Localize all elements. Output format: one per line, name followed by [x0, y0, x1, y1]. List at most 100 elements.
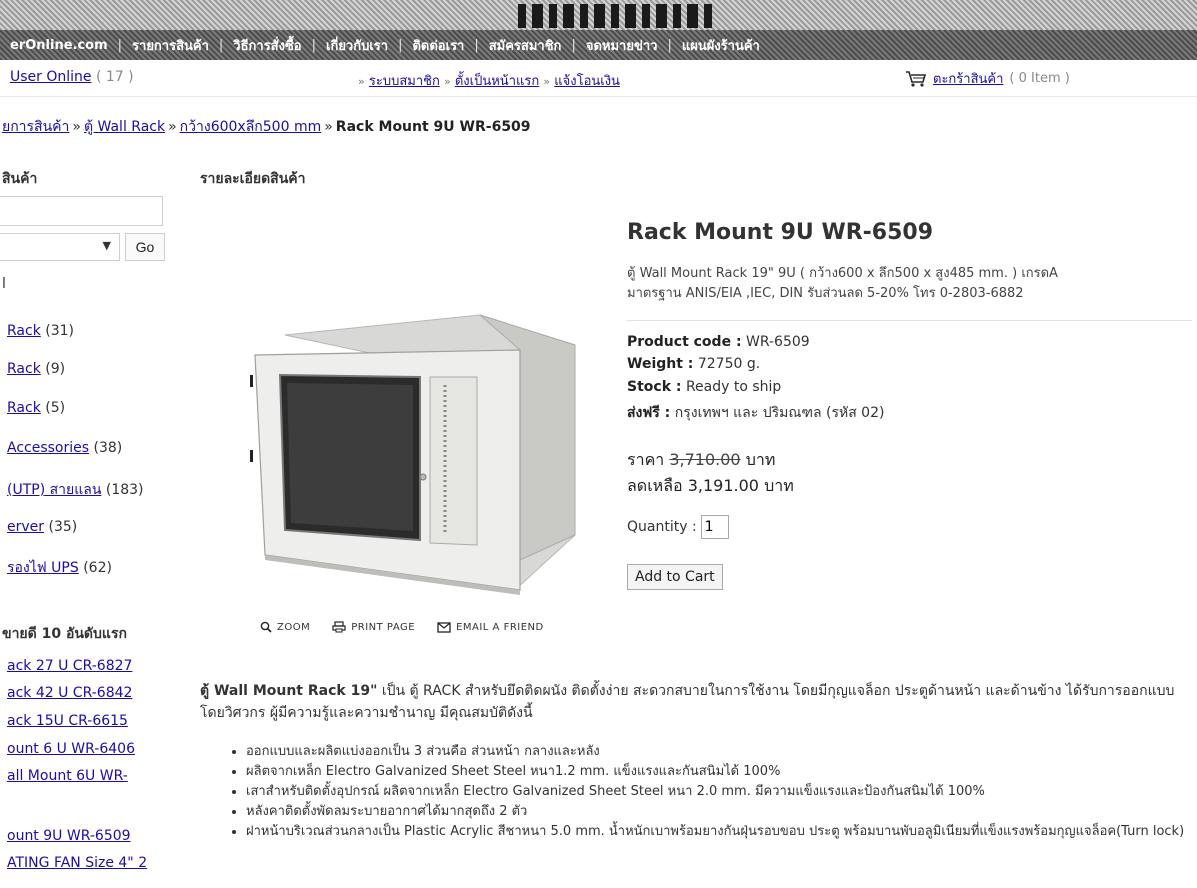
bestseller-item[interactable]: all Mount 6U WR-: [7, 768, 128, 784]
nav-item-sitemap[interactable]: แผนผังร้านค้า: [672, 35, 770, 56]
arrow-icon: »: [543, 75, 551, 88]
breadcrumb-products[interactable]: ยการสินค้า: [2, 119, 69, 135]
quantity-label: Quantity :: [627, 519, 697, 535]
product-code-row: Product code : WR-6509: [627, 334, 810, 350]
sidebar-category[interactable]: รองไฟ UPS (62): [7, 557, 112, 579]
sidebar-category[interactable]: (UTP) สายแลน (183): [7, 479, 144, 501]
main-nav: erOnline.com | รายการสินค้า | วิธีการสั่งซ…: [0, 30, 1197, 60]
zoom-label: ZOOM: [277, 621, 311, 633]
sidebar-category-link[interactable]: Rack: [7, 323, 41, 339]
sidebar-category-link[interactable]: erver: [7, 519, 44, 535]
sidebar-category-count: (31): [45, 323, 75, 339]
envelope-icon: [437, 621, 451, 633]
weight-label: Weight :: [627, 356, 694, 372]
feature-item: หลังคาติดตั้งพัดลมระบายอากาศได้มากสุดถึง…: [246, 802, 1197, 821]
top-banner: [0, 0, 1197, 30]
weight-value: 72750 g.: [697, 356, 761, 372]
nav-item-contact[interactable]: ติดต่อเรา: [402, 35, 474, 56]
arrow-icon: »: [443, 75, 451, 88]
feature-item: ฝาหน้าบริเวณส่วนกลางเป็น Plastic Acrylic…: [246, 822, 1197, 841]
sidebar-category[interactable]: Accessories (38): [7, 440, 122, 456]
bestseller-item[interactable]: ount 6 U WR-6406: [7, 741, 135, 757]
sidebar-category-count: (38): [93, 440, 123, 456]
nav-item-products[interactable]: รายการสินค้า: [122, 35, 219, 56]
user-online-link[interactable]: User Online: [10, 69, 92, 85]
product-title: Rack Mount 9U WR-6509: [627, 220, 934, 245]
cart-link[interactable]: ตะกร้าสินค้า: [933, 68, 1003, 89]
breadcrumb-wall-rack[interactable]: ตู้ Wall Rack: [84, 119, 165, 135]
sidebar-category-link[interactable]: รองไฟ UPS: [7, 560, 79, 576]
section-heading: รายละเอียดสินค้า: [200, 171, 306, 187]
sidebar-category[interactable]: Rack (9): [7, 361, 65, 377]
image-tools: ZOOM PRINT PAGE EMAIL A FRIEND: [260, 621, 544, 633]
bestseller-item[interactable]: ount 9U WR-6509: [7, 828, 131, 844]
sidebar-category-count: (62): [83, 560, 112, 576]
divider: [627, 320, 1192, 321]
sidebar-category-link[interactable]: Accessories: [7, 440, 89, 456]
feature-item: ผลิตจากเหล็ก Electro Galvanized Sheet St…: [246, 762, 1197, 781]
bestseller-item[interactable]: ack 42 U CR-6842: [7, 685, 132, 701]
sidebar-category[interactable]: Rack (31): [7, 323, 74, 339]
email-tool[interactable]: EMAIL A FRIEND: [437, 621, 544, 633]
sidebar-category[interactable]: erver (35): [7, 519, 77, 535]
sidebar-category-link[interactable]: Rack: [7, 400, 41, 416]
bestseller-item[interactable]: ack 27 U CR-6827: [7, 658, 132, 674]
breadcrumb-separator: »: [72, 119, 81, 135]
quantity-input[interactable]: [700, 515, 729, 539]
shipping-row: ส่งฟรี : กรุงเทพฯ และ ปริมณฑล (รหัส 02): [627, 402, 884, 424]
product-image[interactable]: [245, 305, 585, 595]
sidebar-category-link[interactable]: Rack: [7, 361, 41, 377]
search-heading: สินค้า: [2, 171, 38, 187]
feature-item: ออกแบบและผลิตแบ่งออกเป็น 3 ส่วนคือ ส่วนห…: [246, 742, 1197, 761]
stock-value: Ready to ship: [685, 379, 782, 395]
chevron-down-icon: ▼: [102, 239, 111, 252]
payment-notify-link[interactable]: แจ้งโอนเงิน: [554, 74, 620, 89]
weight-row: Weight : 72750 g.: [627, 356, 760, 372]
breadcrumb-current: Rack Mount 9U WR-6509: [335, 119, 531, 135]
product-short-description: ตู้ Wall Mount Rack 19" 9U ( กว้าง600 x …: [627, 264, 1192, 304]
bestseller-item[interactable]: ATING FAN Size 4" 2: [7, 855, 147, 871]
member-links: » ระบบสมาชิก » ตั้งเป็นหน้าแรก » แจ้งโอน…: [358, 70, 620, 91]
cart[interactable]: ตะกร้าสินค้า ( 0 Item ): [905, 68, 1070, 89]
bestseller-item[interactable]: ack 15U CR-6615: [7, 713, 128, 729]
nav-item-home[interactable]: erOnline.com: [0, 38, 118, 53]
long-description-title: ตู้ Wall Mount Rack 19": [200, 683, 378, 699]
user-online-count: ( 17 ): [95, 69, 134, 85]
currency-label: บาท: [745, 450, 776, 469]
price-label: ราคา: [627, 450, 665, 469]
sidebar-category-link[interactable]: (UTP) สายแลน: [7, 482, 101, 498]
user-online: User Online ( 17 ): [10, 69, 134, 85]
product-code-value: WR-6509: [746, 334, 810, 350]
member-system-link[interactable]: ระบบสมาชิก: [369, 74, 440, 89]
nav-item-register[interactable]: สมัครสมาชิก: [479, 35, 572, 56]
set-homepage-link[interactable]: ตั้งเป็นหน้าแรก: [455, 74, 539, 89]
sale-label: ลดเหลือ: [627, 476, 683, 495]
quantity-row: Quantity :: [627, 515, 729, 539]
nav-item-how-to-order[interactable]: วิธีการสั่งซื้อ: [223, 35, 311, 56]
currency-label: บาท: [764, 476, 794, 495]
shopping-cart-icon: [906, 70, 927, 87]
feature-list: ออกแบบและผลิตแบ่งออกเป็น 3 ส่วนคือ ส่วนห…: [228, 742, 1197, 842]
sidebar-category-count: (183): [105, 482, 144, 498]
breadcrumb-separator: »: [168, 119, 177, 135]
sidebar-category[interactable]: Rack (5): [7, 400, 65, 416]
nav-item-newsletter[interactable]: จดหมายข่าว: [576, 35, 668, 56]
email-label: EMAIL A FRIEND: [456, 621, 544, 633]
status-row: User Online ( 17 ) » ระบบสมาชิก » ตั้งเป…: [0, 60, 1197, 97]
stock-label: Stock :: [627, 379, 682, 395]
zoom-tool[interactable]: ZOOM: [260, 621, 310, 633]
cart-count: ( 0 Item ): [1009, 71, 1070, 86]
arrow-icon: »: [358, 75, 365, 88]
sale-price-value: 3,191.00: [687, 476, 759, 495]
breadcrumb-separator: »: [324, 119, 333, 135]
go-button[interactable]: Go: [125, 233, 165, 261]
category-select[interactable]: ▼: [0, 233, 120, 261]
search-input[interactable]: [0, 196, 163, 226]
print-tool[interactable]: PRINT PAGE: [332, 621, 415, 633]
old-price-value: 3,710.00: [669, 450, 741, 469]
nav-item-about[interactable]: เกี่ยวกับเรา: [316, 35, 398, 56]
sidebar: สินค้า ▼ Go l Rack (31) Rack (9) Rack (5…: [0, 160, 185, 888]
add-to-cart-button[interactable]: Add to Cart: [627, 564, 723, 590]
zoom-icon: [260, 621, 272, 633]
breadcrumb-size[interactable]: กว้าง600xลึก500 mm: [180, 119, 322, 135]
